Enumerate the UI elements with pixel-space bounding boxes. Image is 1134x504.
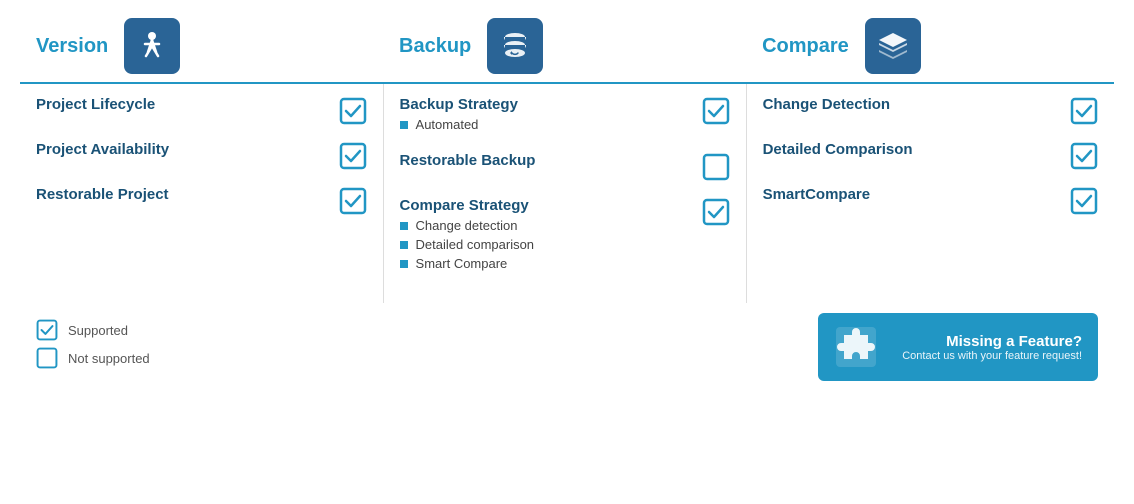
version-features-cell: Project Lifecycle Project Availability R… <box>20 83 383 303</box>
backup-feature-2: Restorable Backup <box>400 152 730 181</box>
version-feature-3-checkbox <box>339 187 367 215</box>
backup-feature-3: Compare Strategy Change detection Detail… <box>400 197 730 275</box>
legend-cell: Supported Not supported <box>20 303 383 391</box>
missing-feature-subtitle: Contact us with your feature request! <box>892 350 1082 362</box>
backup-subitem-1-label: Automated <box>416 117 479 132</box>
version-feature-1-checkbox <box>339 97 367 125</box>
legend-empty-cell <box>383 303 746 391</box>
backup-features-cell: Backup Strategy Automated <box>383 83 746 303</box>
legend-supported-label: Supported <box>68 323 128 338</box>
sub-bullet-icon <box>400 241 408 249</box>
backup-feature-2-checkbox <box>702 153 730 181</box>
compare-feature-2-label: Detailed Comparison <box>763 141 1058 158</box>
legend-row: Supported Not supported <box>20 303 1114 391</box>
backup-subitem-2: Change detection <box>400 218 690 233</box>
backup-feature-3-label: Compare Strategy <box>400 197 690 214</box>
backup-feature-1: Backup Strategy Automated <box>400 96 730 136</box>
missing-feature-text: Missing a Feature? Contact us with your … <box>892 333 1082 362</box>
version-icon-svg <box>134 28 170 64</box>
legend-supported-icon <box>36 319 58 341</box>
version-feature-2-checkbox <box>339 142 367 170</box>
sub-bullet-icon <box>400 222 408 230</box>
backup-feature-2-label: Restorable Backup <box>400 152 690 169</box>
backup-header-icon <box>487 18 543 74</box>
version-feature-3: Restorable Project <box>36 186 367 215</box>
legend-not-supported-label: Not supported <box>68 351 150 366</box>
comparison-table-container: Version <box>0 0 1134 411</box>
compare-header-cell: Compare <box>746 10 1114 83</box>
backup-subitem-3-label: Detailed comparison <box>416 237 535 252</box>
backup-subitem-2-label: Change detection <box>416 218 518 233</box>
compare-feature-2-checkbox <box>1070 142 1098 170</box>
compare-feature-2: Detailed Comparison <box>763 141 1098 170</box>
compare-feature-3-checkbox <box>1070 187 1098 215</box>
compare-feature-3: SmartCompare <box>763 186 1098 215</box>
legend-not-supported: Not supported <box>36 347 367 369</box>
backup-subitem-3: Detailed comparison <box>400 237 690 252</box>
version-header-cell: Version <box>20 10 383 83</box>
missing-feature-cell: Missing a Feature? Contact us with your … <box>746 303 1114 391</box>
missing-feature-title: Missing a Feature? <box>892 333 1082 350</box>
missing-feature-banner[interactable]: Missing a Feature? Contact us with your … <box>818 313 1098 381</box>
header-row: Version <box>20 10 1114 83</box>
compare-feature-1-checkbox <box>1070 97 1098 125</box>
version-header-title: Version <box>36 35 108 58</box>
compare-header-icon <box>865 18 921 74</box>
version-header-icon <box>124 18 180 74</box>
legend-not-supported-icon <box>36 347 58 369</box>
backup-subitem-4: Smart Compare <box>400 256 690 271</box>
compare-features-cell: Change Detection Detailed Comparison Sma… <box>746 83 1114 303</box>
compare-feature-3-label: SmartCompare <box>763 186 1058 203</box>
compare-feature-1-label: Change Detection <box>763 96 1058 113</box>
backup-feature-3-checkbox <box>702 198 730 226</box>
version-feature-2: Project Availability <box>36 141 367 170</box>
backup-header-cell: Backup <box>383 10 746 83</box>
sub-bullet-icon <box>400 121 408 129</box>
version-feature-1-label: Project Lifecycle <box>36 96 327 113</box>
version-feature-3-label: Restorable Project <box>36 186 327 203</box>
sub-bullet-icon <box>400 260 408 268</box>
version-feature-1: Project Lifecycle <box>36 96 367 125</box>
compare-icon-svg <box>875 28 911 64</box>
backup-feature-1-subitems: Automated <box>400 117 690 132</box>
compare-feature-1: Change Detection <box>763 96 1098 125</box>
backup-icon-svg <box>497 28 533 64</box>
backup-subitem-4-label: Smart Compare <box>416 256 508 271</box>
backup-subitem-1: Automated <box>400 117 690 132</box>
backup-feature-3-subitems: Change detection Detailed comparison Sma… <box>400 218 690 271</box>
backup-feature-1-checkbox <box>702 97 730 125</box>
backup-feature-1-label: Backup Strategy <box>400 96 690 113</box>
backup-header-title: Backup <box>399 35 471 58</box>
puzzle-icon <box>834 325 878 369</box>
content-row: Project Lifecycle Project Availability R… <box>20 83 1114 303</box>
version-feature-2-label: Project Availability <box>36 141 327 158</box>
legend-supported: Supported <box>36 319 367 341</box>
compare-header-title: Compare <box>762 35 849 58</box>
